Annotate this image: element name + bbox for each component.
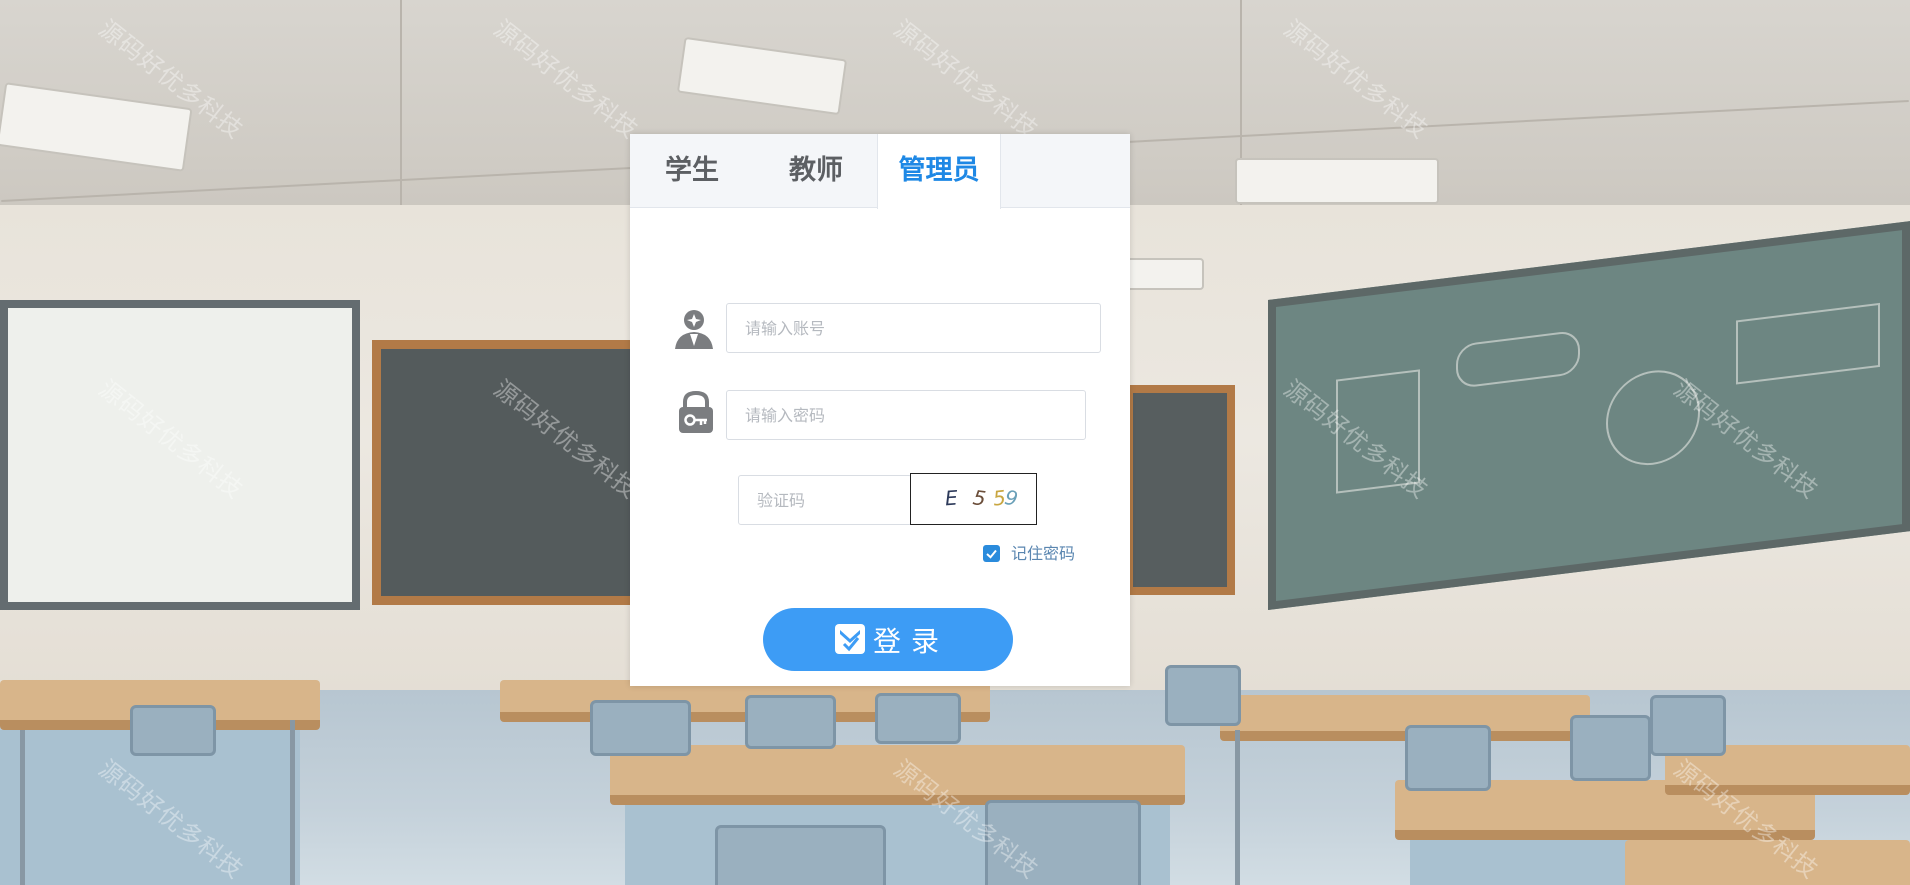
remember-label: 记住密码 bbox=[1011, 544, 1076, 563]
desk-leg bbox=[1235, 730, 1240, 885]
desk-leg bbox=[290, 720, 295, 885]
chair bbox=[875, 693, 961, 744]
chair bbox=[715, 825, 886, 885]
password-input[interactable] bbox=[726, 390, 1086, 440]
chair bbox=[1570, 715, 1651, 781]
check-icon bbox=[986, 549, 997, 559]
captcha-input[interactable] bbox=[738, 475, 912, 525]
captcha-char: E bbox=[944, 485, 959, 511]
chair bbox=[130, 705, 216, 756]
chalk-drawing bbox=[1456, 329, 1580, 389]
chalkboard bbox=[1125, 385, 1235, 595]
role-tabs: 学生 教师 管理员 bbox=[630, 134, 1130, 209]
login-button[interactable]: 登录 bbox=[763, 608, 1013, 671]
captcha-char: 9 bbox=[1002, 484, 1021, 512]
lock-key-icon bbox=[674, 390, 718, 434]
desk-leg bbox=[20, 730, 25, 885]
chalk-drawing bbox=[1736, 302, 1880, 385]
tab-student[interactable]: 学生 bbox=[630, 134, 754, 208]
chair bbox=[1165, 665, 1241, 726]
login-label: 登录 bbox=[873, 625, 950, 658]
ceiling-light bbox=[1120, 258, 1204, 290]
remember-checkbox[interactable] bbox=[983, 545, 1000, 562]
heart-check-icon bbox=[835, 624, 865, 654]
chair bbox=[1405, 725, 1491, 791]
tab-teacher[interactable]: 教师 bbox=[754, 134, 878, 208]
account-input[interactable] bbox=[726, 303, 1101, 353]
chair bbox=[590, 700, 691, 756]
captcha-image[interactable]: E 5 5 9 bbox=[910, 473, 1037, 525]
ceiling-light bbox=[1235, 158, 1439, 204]
chair bbox=[745, 695, 836, 749]
user-icon bbox=[672, 306, 716, 350]
captcha-char: 5 bbox=[971, 485, 988, 511]
chair bbox=[1650, 695, 1726, 756]
tab-admin[interactable]: 管理员 bbox=[877, 134, 1001, 209]
